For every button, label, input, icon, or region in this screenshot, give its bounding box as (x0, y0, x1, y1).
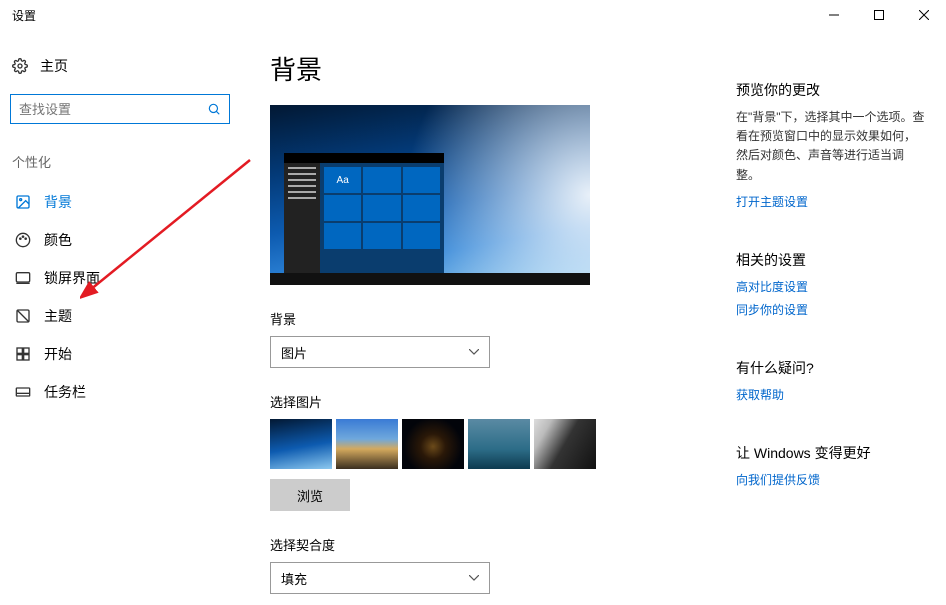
wallpaper-thumb[interactable] (336, 419, 398, 469)
chevron-down-icon (469, 349, 479, 355)
search-input[interactable] (19, 102, 207, 117)
choose-picture-label: 选择图片 (270, 392, 716, 411)
gear-icon (10, 58, 30, 74)
sidebar-item-colors[interactable]: 颜色 (10, 221, 240, 259)
help-heading: 有什么疑问? (736, 358, 926, 378)
fit-label: 选择契合度 (270, 535, 716, 554)
sidebar-item-taskbar[interactable]: 任务栏 (10, 373, 240, 411)
home-label: 主页 (40, 56, 68, 76)
home-link[interactable]: 主页 (10, 50, 240, 82)
picture-thumbnails (270, 419, 716, 469)
close-button[interactable] (901, 0, 946, 30)
related-heading: 相关的设置 (736, 250, 926, 270)
browse-button[interactable]: 浏览 (270, 479, 350, 511)
sidebar-item-label: 背景 (44, 192, 72, 212)
feedback-link[interactable]: 向我们提供反馈 (736, 471, 926, 488)
sidebar-item-background[interactable]: 背景 (10, 183, 240, 221)
background-label: 背景 (270, 309, 716, 328)
preview-heading: 预览你的更改 (736, 80, 926, 100)
sidebar-item-label: 主题 (44, 306, 72, 326)
preview-sample-text: Aa (324, 167, 361, 193)
search-icon (207, 102, 221, 116)
palette-icon (12, 232, 34, 248)
right-panel: 预览你的更改 在"背景"下，选择其中一个选项。查看在预览窗口中的显示效果如何，然… (736, 30, 946, 605)
desktop-preview: Aa (270, 105, 590, 285)
wallpaper-thumb[interactable] (468, 419, 530, 469)
taskbar-icon (12, 384, 34, 400)
page-title: 背景 (270, 50, 716, 87)
lockscreen-icon (12, 270, 34, 286)
maximize-button[interactable] (856, 0, 901, 30)
feedback-heading: 让 Windows 变得更好 (736, 443, 926, 463)
themes-icon (12, 308, 34, 324)
main-content: 背景 Aa 背景 图片 选择 (250, 30, 736, 605)
high-contrast-link[interactable]: 高对比度设置 (736, 278, 926, 295)
image-icon (12, 194, 34, 210)
select-value: 填充 (281, 569, 307, 588)
wallpaper-thumb[interactable] (270, 419, 332, 469)
search-box[interactable] (10, 94, 230, 124)
sidebar-item-label: 任务栏 (44, 382, 86, 402)
sidebar-item-themes[interactable]: 主题 (10, 297, 240, 335)
wallpaper-thumb[interactable] (534, 419, 596, 469)
fit-select[interactable]: 填充 (270, 562, 490, 594)
sidebar-item-start[interactable]: 开始 (10, 335, 240, 373)
chevron-down-icon (469, 575, 479, 581)
sync-settings-link[interactable]: 同步你的设置 (736, 301, 926, 318)
title-bar: 设置 (0, 0, 946, 30)
minimize-button[interactable] (811, 0, 856, 30)
get-help-link[interactable]: 获取帮助 (736, 386, 926, 403)
sidebar-item-label: 锁屏界面 (44, 268, 100, 288)
section-label: 个性化 (12, 152, 240, 171)
background-type-select[interactable]: 图片 (270, 336, 490, 368)
select-value: 图片 (281, 343, 307, 362)
window-title: 设置 (12, 7, 36, 24)
sidebar-item-lockscreen[interactable]: 锁屏界面 (10, 259, 240, 297)
sidebar-item-label: 开始 (44, 344, 72, 364)
wallpaper-thumb[interactable] (402, 419, 464, 469)
sidebar: 主页 个性化 背景 颜色 锁屏界面 (0, 30, 250, 605)
open-themes-link[interactable]: 打开主题设置 (736, 193, 926, 210)
sidebar-item-label: 颜色 (44, 230, 72, 250)
preview-text: 在"背景"下，选择其中一个选项。查看在预览窗口中的显示效果如何，然后对颜色、声音… (736, 108, 926, 185)
start-icon (12, 346, 34, 362)
